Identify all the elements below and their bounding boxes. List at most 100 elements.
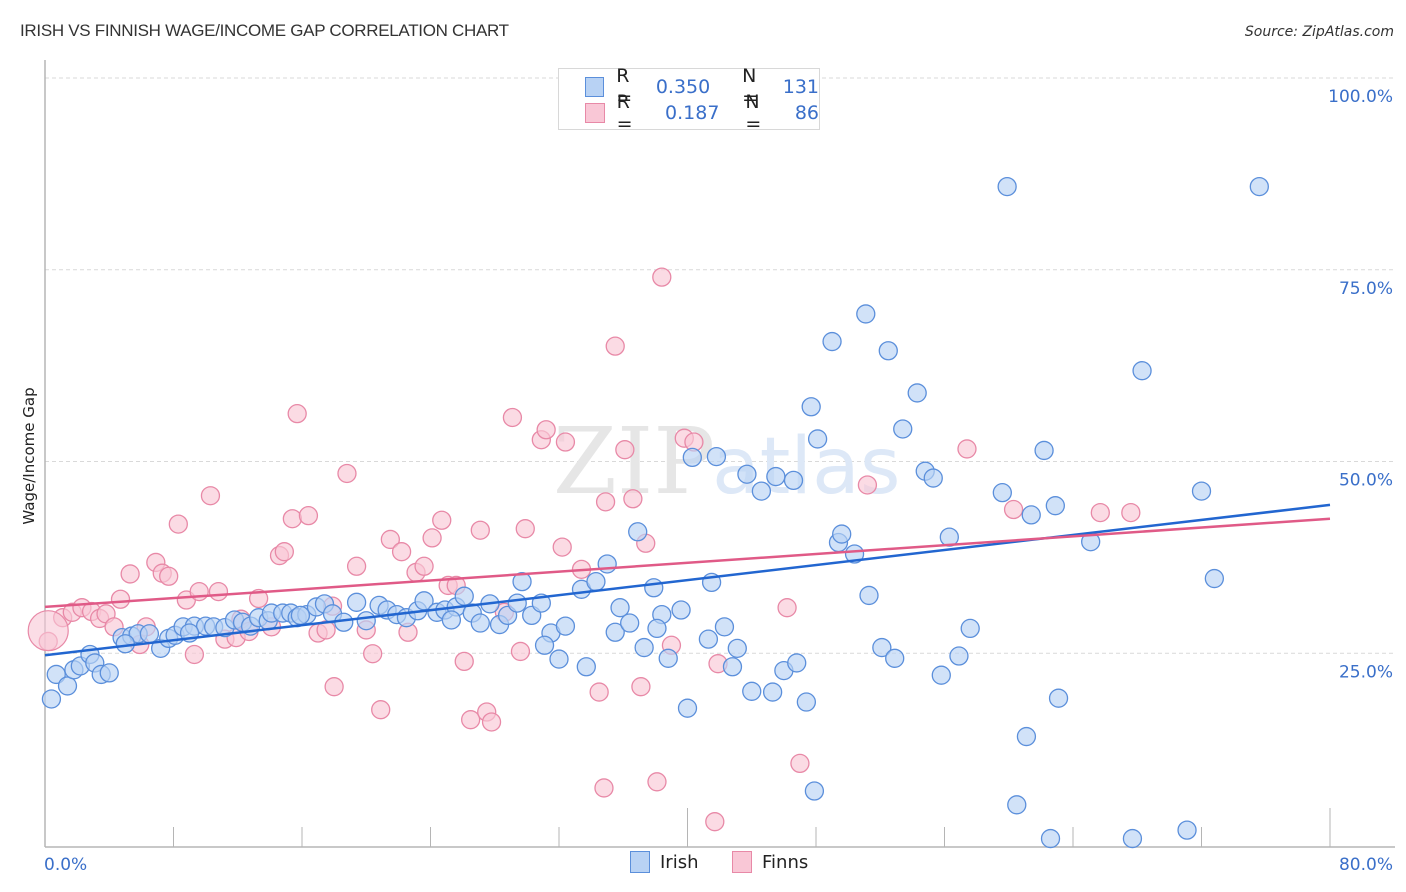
irish-point [742,681,762,701]
irish-point [671,600,691,620]
irish-point [346,592,367,612]
irish-point [949,646,969,666]
finns-point [1121,502,1141,523]
irish-point [1177,820,1197,840]
finns-point [1003,499,1024,520]
irish-point [1040,828,1061,849]
finns-point [555,432,576,452]
irish-point [454,586,474,606]
finns-point [552,537,572,557]
series-legend: Irish Finns [0,851,1406,877]
finns-point [605,336,625,356]
finns-point [346,556,367,576]
r-value: 0.350 [655,76,711,98]
irish-point [647,618,667,639]
finns-point [184,644,205,665]
irish-point [555,616,576,636]
finns-point [422,528,442,548]
finns-point [790,753,810,774]
irish-point [470,613,490,633]
irish-point [1007,795,1027,815]
finns-point [594,778,614,798]
finns-point [120,564,140,584]
irish-point [1132,361,1152,381]
finns-point [287,403,307,424]
irish-point [290,605,311,626]
irish-point [1021,505,1041,525]
irish-point [1048,688,1069,708]
irish-point [783,470,804,491]
finns-trend-line [44,517,1331,609]
finns-point [647,772,667,792]
finns-point [470,520,490,540]
y-tick-label: 25.0% [1339,662,1393,682]
gridlines [45,77,1395,654]
irish-point [766,466,786,487]
irish-point [807,429,828,449]
finns-point [324,677,344,697]
legend-item-irish[interactable]: Irish [630,851,699,873]
finns-point [515,519,535,539]
y-tick-label: 100.0% [1328,87,1393,107]
irish-point [1045,496,1065,516]
irish-point [441,610,462,630]
irish-point [859,585,879,606]
irish-point [931,665,951,685]
finns-point [857,475,878,495]
irish-point [644,578,664,598]
irish-point [597,554,617,574]
finns-point [631,677,651,697]
finns-point [481,712,502,732]
irish-point [628,522,648,542]
y-axis-title: Wage/Income Gap [20,387,38,524]
irish-point [787,653,807,673]
legend-row-finns: R = 0.187 N = 86 [585,91,819,135]
finns-point [391,542,412,562]
irish-trend-line [44,503,1331,657]
irish-point [796,692,817,712]
irish-point [762,682,783,702]
irish-point [115,634,135,654]
irish-point [1016,726,1037,747]
irish-point [997,176,1017,197]
finns-point [510,641,531,662]
finns-point [502,407,523,428]
legend-item-finns[interactable]: Finns [732,851,808,873]
r-value: 0.187 [665,102,720,124]
irish-point [1204,568,1224,589]
correlation-legend: R = 0.350 N = 131 R = 0.187 N = 86 [558,65,820,135]
irish-point [992,482,1012,503]
watermark-atlas: atlas [712,422,901,512]
irish-point [923,468,943,488]
finns-point [461,710,481,730]
finns-point [705,812,725,832]
irish-point [1122,828,1143,849]
irish-point [960,618,980,639]
irish-point [878,341,898,361]
irish-swatch [585,77,605,97]
irish-point [634,637,654,658]
finns-point [414,556,434,576]
irish-point [549,649,569,669]
scatter-chart: ZIP atlas 25.0%50.0%75.0%100.0% 0.0% 80.0… [20,60,1395,875]
y-tick-label: 75.0% [1339,279,1393,299]
irish-point [576,657,596,677]
irish-point [856,304,876,324]
irish-point [99,663,119,683]
finns-point [27,610,69,652]
irish-point [1191,481,1212,501]
irish-point [737,464,757,484]
finns-point [1090,502,1110,523]
irish-point [677,698,698,718]
finns-point [957,439,977,459]
finns-point [777,598,797,618]
n-value: 131 [782,76,819,98]
irish-point [41,689,62,709]
trend-lines [44,503,1331,657]
irish-point [682,447,702,468]
finns-point [274,542,294,562]
irish-point [714,617,735,637]
irish-point [534,635,555,655]
irish-swatch [630,851,650,873]
finns-point [595,492,616,512]
